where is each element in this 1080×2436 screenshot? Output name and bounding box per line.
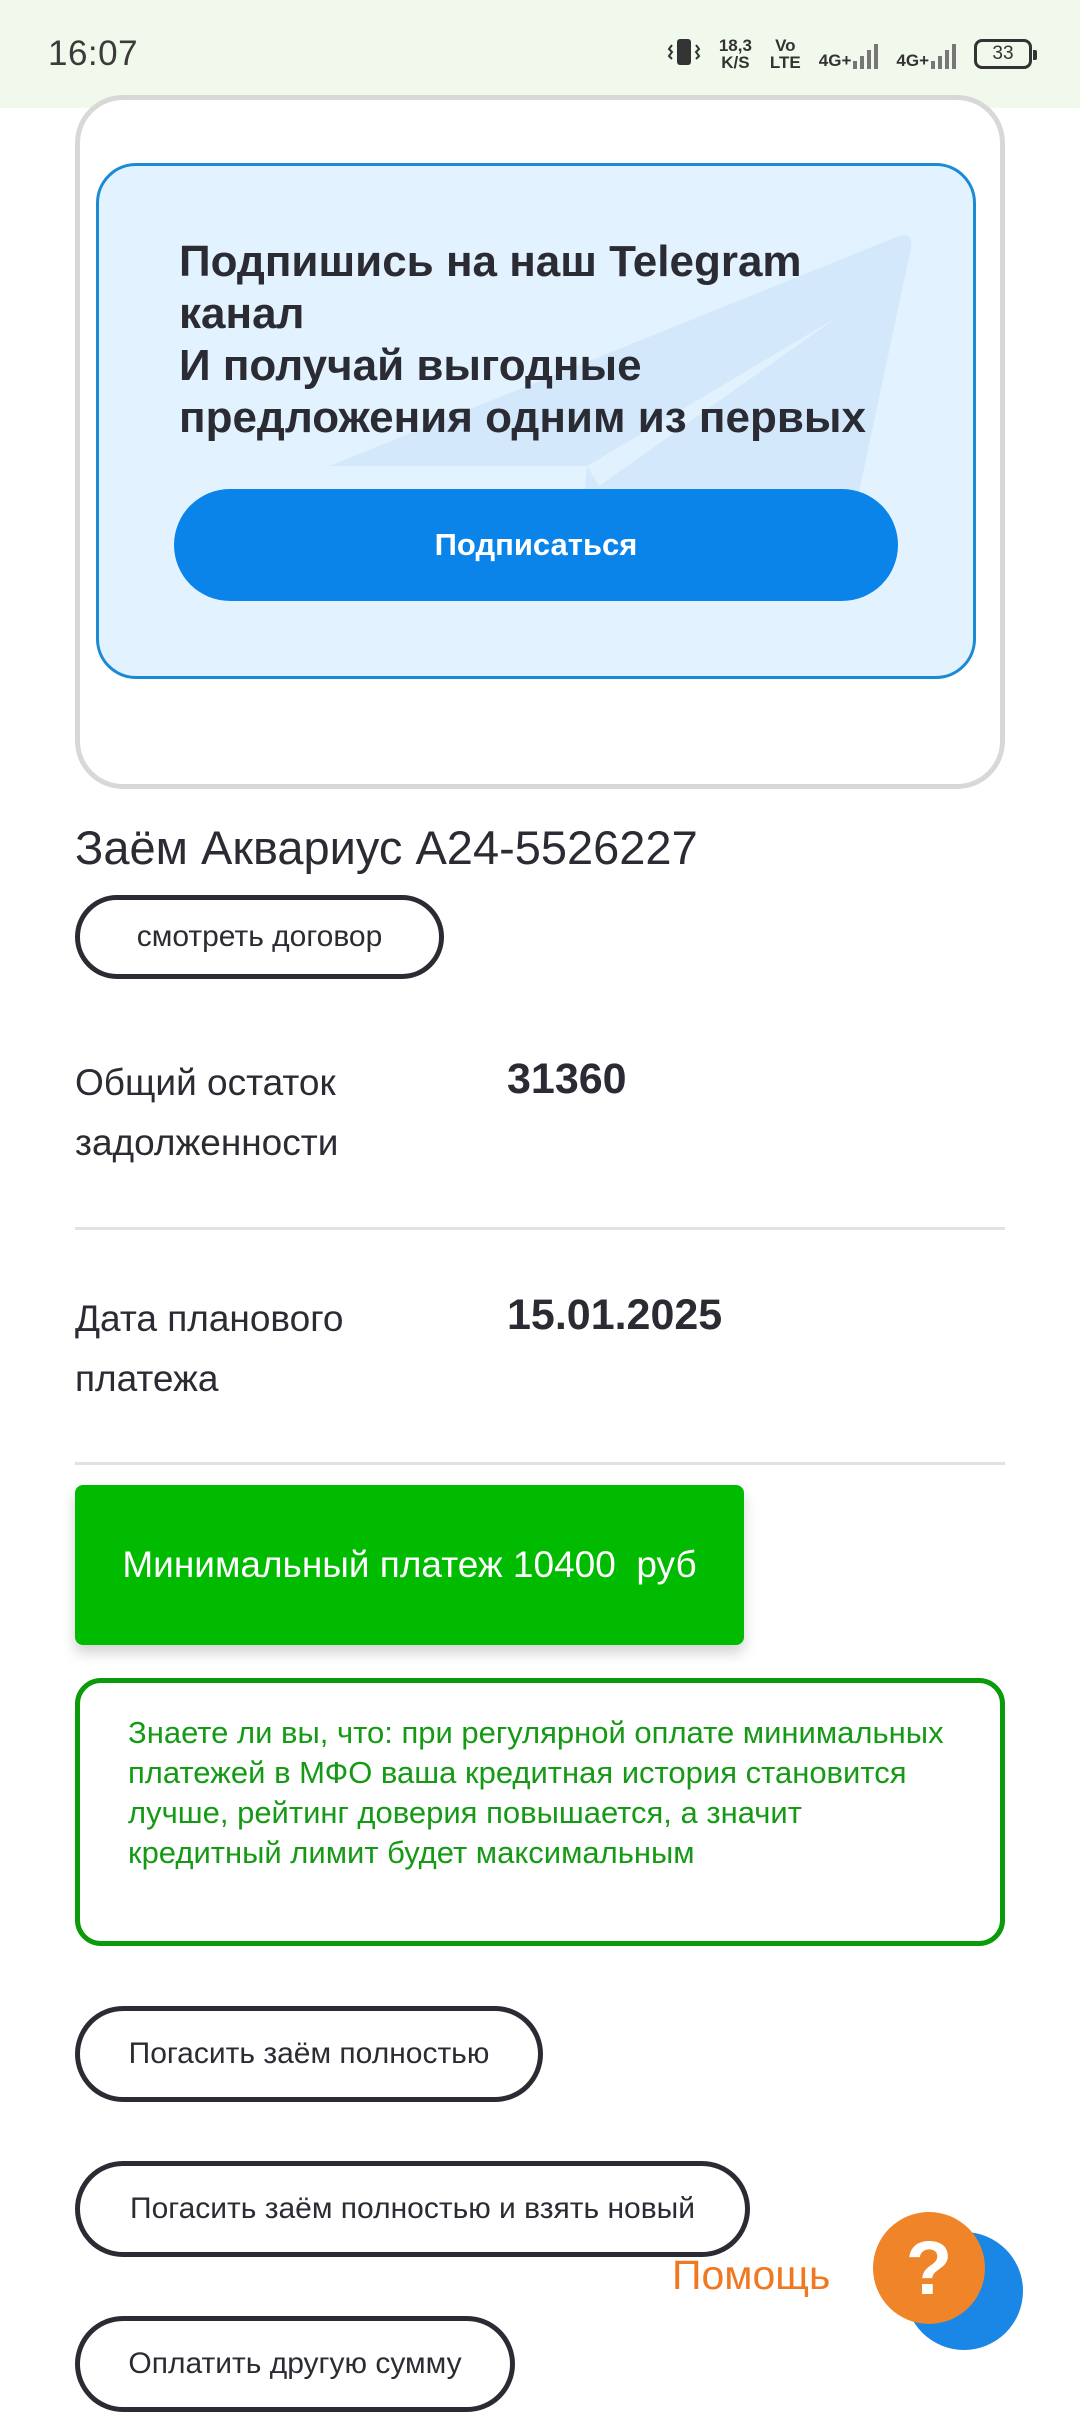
battery-icon: 33 [974, 39, 1037, 69]
promo-line-1: Подпишись на наш Telegram канал [179, 237, 802, 338]
volte-top: Vo [775, 36, 796, 55]
min-payment-button[interactable]: Минимальный платеж 10400 руб [75, 1485, 744, 1645]
status-time: 16:07 [48, 34, 139, 73]
pay-full-button[interactable]: Погасить заём полностью [75, 2006, 543, 2102]
battery-level: 33 [992, 43, 1014, 64]
help-label[interactable]: Помощь [672, 2252, 830, 2299]
help-question-icon[interactable]: ? [873, 2212, 985, 2324]
subscribe-button[interactable]: Подписаться [174, 489, 898, 601]
telegram-promo-text: Подпишись на наш Telegram канал И получа… [179, 236, 919, 444]
pay-other-amount-button[interactable]: Оплатить другую сумму [75, 2316, 515, 2412]
vibrate-icon [667, 37, 701, 71]
pay-full-and-new-button[interactable]: Погасить заём полностью и взять новый [75, 2161, 750, 2257]
promo-line-2: И получай выгодные предложения одним из … [179, 341, 866, 442]
credit-tip-box: Знаете ли вы, что: при регулярной оплате… [75, 1678, 1005, 1946]
volte-bottom: LTE [769, 53, 801, 72]
net-speed-value: 18,3 [718, 36, 752, 55]
help-glyph: ? [905, 2225, 953, 2311]
sim2-type: 4G+ [896, 51, 929, 70]
debt-value: 31360 [507, 1055, 627, 1103]
volte-indicator: Vo LTE [770, 37, 801, 71]
net-speed: 18,3 K/S [719, 37, 752, 71]
status-bar: 16:07 18,3 K/S Vo LTE 4G+ 4G+ 33 [0, 0, 1080, 108]
payment-date-label: Дата планового платежа [75, 1298, 344, 1399]
net-speed-unit: K/S [721, 53, 750, 72]
view-contract-button[interactable]: смотреть договор [75, 895, 444, 979]
status-icons: 18,3 K/S Vo LTE 4G+ 4G+ 33 [667, 37, 1037, 71]
debt-label: Общий остаток задолженности [75, 1062, 339, 1163]
sim2-signal-icon: 4G+ [896, 39, 956, 69]
divider [75, 1462, 1005, 1465]
payment-date-value: 15.01.2025 [507, 1291, 723, 1339]
sim1-signal-icon: 4G+ [819, 39, 879, 69]
loan-title: Заём Аквариус A24-5526227 [75, 821, 698, 874]
credit-tip-text: Знаете ли вы, что: при регулярной оплате… [128, 1715, 944, 1870]
sim1-type: 4G+ [818, 51, 852, 70]
telegram-promo-banner: Подпишись на наш Telegram канал И получа… [96, 163, 976, 679]
divider [75, 1227, 1005, 1230]
